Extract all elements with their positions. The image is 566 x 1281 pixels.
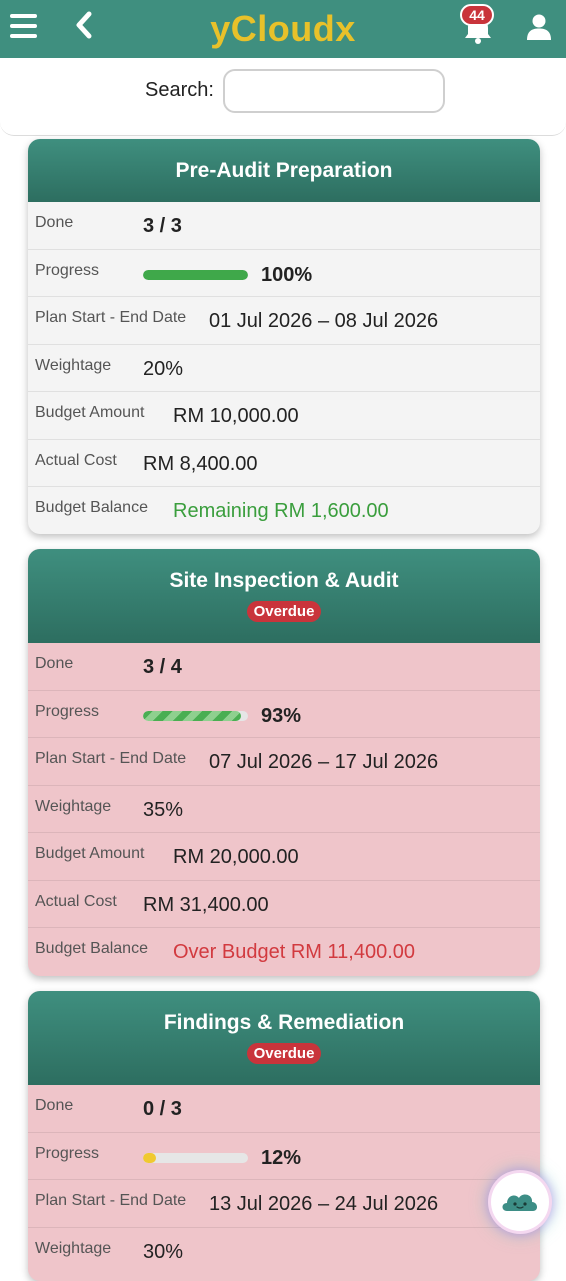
budget-amount-label: Budget Amount [35,404,145,421]
overdue-badge: Overdue [246,1043,322,1064]
budget-balance-row: Budget Balance Remaining RM 1,600.00 [28,487,540,534]
actual-cost-label: Actual Cost [35,451,117,469]
budget-amount-row: Budget Amount RM 10,000.00 [28,392,540,440]
overdue-badge: Overdue [246,601,322,622]
budget-amount-value: RM 10,000.00 [173,405,299,427]
weightage-label: Weightage [35,356,112,374]
done-value: 3 / 3 [143,215,182,237]
done-row: Done 0 / 3 [28,1085,540,1133]
progress-row: Progress 100% [28,250,540,297]
actual-cost-value: RM 31,400.00 [143,893,269,916]
done-row: Done 3 / 4 [28,643,540,691]
weightage-label: Weightage [35,1239,112,1257]
progress-bar [143,269,248,280]
progress-label: Progress [35,261,100,279]
progress-bar [143,1152,248,1163]
card-title: Site Inspection & Audit [169,569,399,592]
progress-label: Progress [35,702,100,720]
weightage-row: Weightage 30% [28,1228,540,1276]
progress-percent: 12% [261,1146,302,1169]
budget-balance-row: Budget Balance Over Budget RM 11,400.00 [28,928,540,976]
budget-amount-row: Budget Amount RM 20,000.00 [28,833,540,881]
task-card[interactable]: Pre-Audit Preparation Done 3 / 3 Progres… [28,139,540,534]
done-label: Done [35,655,74,672]
search-bar: Search: [0,58,566,136]
progress-fill [143,710,241,721]
progress-row: Progress 93% [28,691,540,738]
done-label: Done [35,214,74,231]
done-row: Done 3 / 3 [28,202,540,250]
budget-amount-label: Budget Amount [35,845,145,862]
progress-fill [143,1152,156,1163]
weightage-row: Weightage 35% [28,786,540,833]
dates-row: Plan Start - End Date 07 Jul 2026 – 17 J… [28,738,540,786]
dates-row: Plan Start - End Date 13 Jul 2026 – 24 J… [28,1180,540,1228]
task-card[interactable]: Site Inspection & Audit Overdue Done 3 /… [28,549,540,976]
progress-bar [143,710,248,721]
progress-percent: 93% [261,704,302,727]
notification-badge[interactable]: 44 [460,4,494,26]
done-label: Done [35,1097,74,1114]
search-input[interactable] [223,69,445,113]
search-label: Search: [145,79,214,101]
dates-row: Plan Start - End Date 01 Jul 2026 – 08 J… [28,297,540,345]
budget-balance-label: Budget Balance [35,940,148,957]
actual-cost-label: Actual Cost [35,892,117,910]
progress-label: Progress [35,1144,100,1162]
dates-value: 07 Jul 2026 – 17 Jul 2026 [209,751,439,773]
weightage-value: 30% [143,1240,184,1263]
budget-balance-value: Remaining RM 1,600.00 [173,500,389,522]
progress-percent: 100% [261,263,313,286]
dates-value: 13 Jul 2026 – 24 Jul 2026 [209,1193,439,1215]
done-value: 0 / 3 [143,1098,182,1120]
done-value: 3 / 4 [143,656,182,678]
card-header: Pre-Audit Preparation [28,139,540,202]
card-title: Pre-Audit Preparation [175,159,393,182]
card-title: Findings & Remediation [163,1011,405,1034]
budget-balance-value: Over Budget RM 11,400.00 [173,941,415,963]
card-header: Findings & Remediation Overdue [28,991,540,1085]
budget-balance-label: Budget Balance [35,499,148,516]
actual-cost-value: RM 8,400.00 [143,452,258,475]
assistant-button[interactable] [491,1173,549,1231]
dates-label: Plan Start - End Date [35,750,187,767]
cloud-assistant-icon [502,1194,538,1211]
dates-label: Plan Start - End Date [35,1192,187,1209]
task-card[interactable]: Findings & Remediation Overdue Done 0 / … [28,991,540,1281]
weightage-value: 20% [143,357,184,380]
weightage-row: Weightage 20% [28,345,540,392]
actual-cost-row: Actual Cost RM 8,400.00 [28,440,540,487]
progress-fill [143,269,248,280]
dates-label: Plan Start - End Date [35,309,187,326]
weightage-label: Weightage [35,797,112,815]
top-app-bar: yCloudx 44 [0,0,566,58]
weightage-value: 35% [143,798,184,821]
actual-cost-row: Actual Cost RM 31,400.00 [28,881,540,928]
progress-row: Progress 12% [28,1133,540,1180]
budget-amount-value: RM 20,000.00 [173,846,299,868]
card-header: Site Inspection & Audit Overdue [28,549,540,643]
user-icon[interactable] [524,12,554,42]
dates-value: 01 Jul 2026 – 08 Jul 2026 [209,310,439,332]
